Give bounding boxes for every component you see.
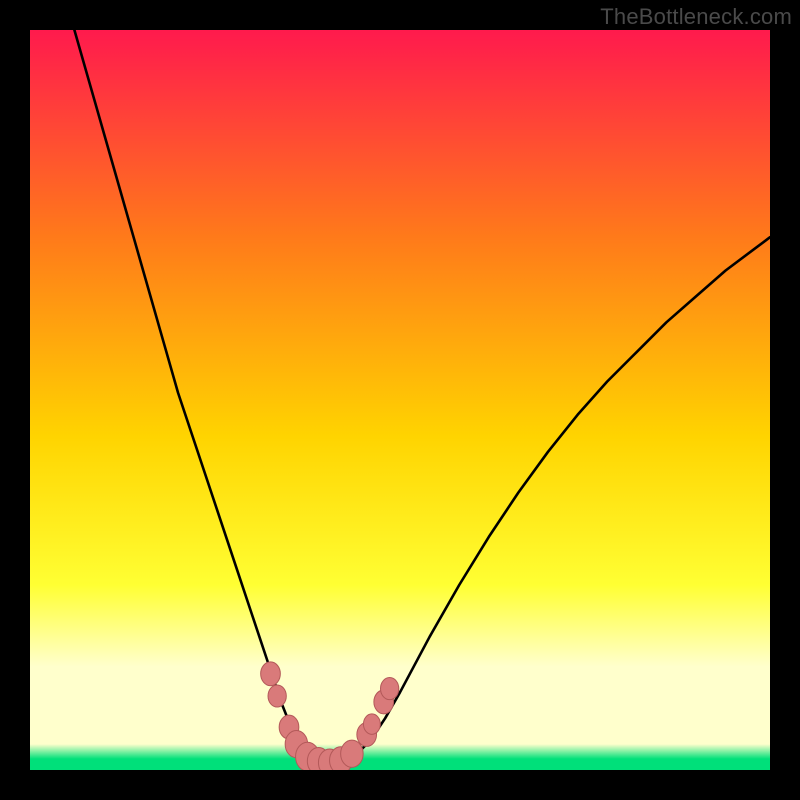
curve-marker	[341, 740, 364, 767]
curve-marker	[381, 678, 399, 700]
watermark-text: TheBottleneck.com	[600, 4, 792, 30]
plot-area	[30, 30, 770, 770]
chart-frame: TheBottleneck.com	[0, 0, 800, 800]
curve-markers	[261, 662, 399, 770]
curve-marker	[363, 714, 380, 734]
curve-marker	[261, 662, 281, 686]
bottleneck-curve	[74, 30, 770, 763]
curve-marker	[268, 685, 286, 707]
chart-svg	[30, 30, 770, 770]
